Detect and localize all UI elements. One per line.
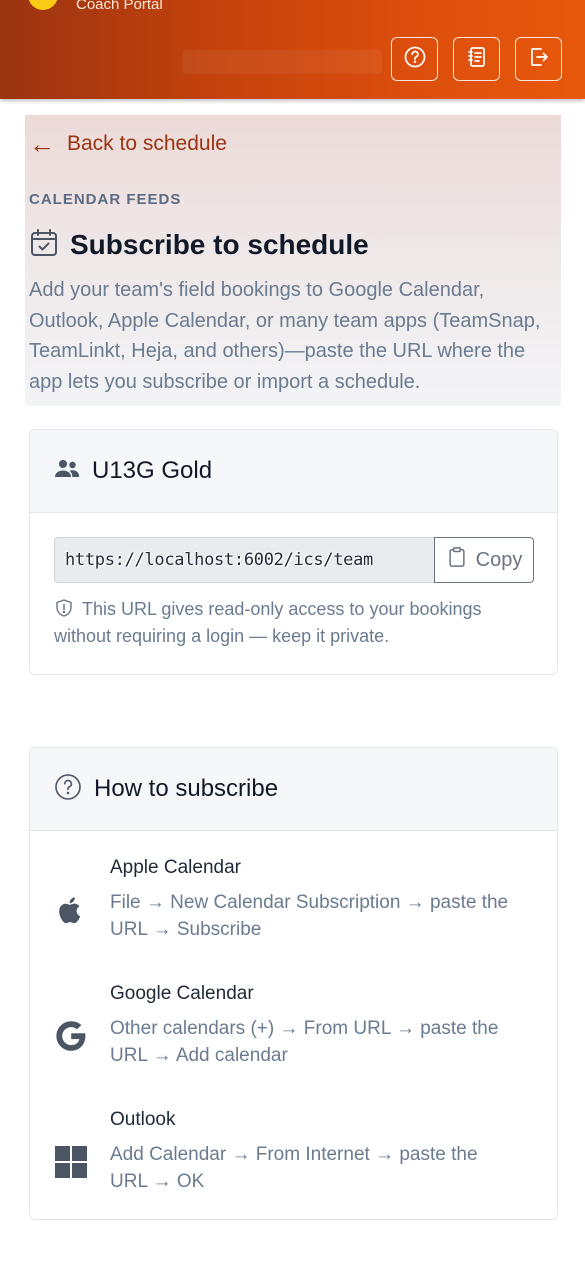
logout-button[interactable]: [515, 37, 562, 81]
team-feed-card: U13G Gold Copy This URL gives read-only …: [29, 429, 558, 675]
apple-icon: [54, 893, 88, 927]
copy-url-button[interactable]: Copy: [434, 537, 534, 583]
privacy-note-text: This URL gives read-only access to your …: [54, 599, 482, 646]
how-to-card: How to subscribe Apple Calendar File → N…: [29, 747, 558, 1220]
help-button[interactable]: [391, 37, 438, 81]
team-name: U13G Gold: [92, 457, 213, 484]
brand-title: Coach Portal: [76, 0, 163, 13]
help-circle-icon: [54, 773, 82, 805]
header-placeholder: [182, 50, 382, 74]
shield-exclamation-icon: [54, 599, 82, 619]
calendar-check-icon: [28, 227, 60, 263]
instruction-outlook: Outlook Add Calendar → From Internet → p…: [54, 1109, 520, 1195]
instruction-name: Outlook: [110, 1109, 176, 1130]
instruction-steps: File → New Calendar Subscription → paste…: [110, 892, 509, 940]
feed-url-input[interactable]: [54, 537, 434, 583]
copy-label: Copy: [475, 548, 523, 571]
page-title: Subscribe to schedule: [70, 229, 369, 260]
feed-url-row: Copy: [54, 537, 534, 583]
windows-icon: [54, 1145, 88, 1179]
notebook-icon: [465, 45, 489, 73]
privacy-note: This URL gives read-only access to your …: [54, 596, 534, 650]
team-card-header: U13G Gold: [30, 430, 557, 513]
title-row: Subscribe to schedule: [28, 227, 369, 263]
top-header: Coach Portal: [0, 0, 585, 99]
arrow-left-icon: ←: [29, 129, 55, 159]
section-eyebrow: CALENDAR FEEDS: [29, 191, 182, 208]
google-icon: [54, 1019, 88, 1053]
instruction-steps: Add Calendar → From Internet → paste the…: [110, 1144, 478, 1192]
brand-logo: [28, 0, 58, 10]
instruction-name: Google Calendar: [110, 983, 254, 1004]
help-circle-icon: [403, 45, 427, 73]
back-link-label: Back to schedule: [67, 132, 227, 155]
logout-icon: [527, 45, 551, 73]
back-to-schedule-link[interactable]: ← Back to schedule: [29, 131, 227, 157]
clipboard-icon: [446, 546, 468, 574]
instruction-apple: Apple Calendar File → New Calendar Subsc…: [54, 857, 520, 943]
instruction-steps: Other calendars (+) → From URL → paste t…: [110, 1018, 499, 1066]
notes-button[interactable]: [453, 37, 500, 81]
how-to-header: How to subscribe: [30, 748, 557, 831]
instruction-google: Google Calendar Other calendars (+) → Fr…: [54, 983, 520, 1069]
how-to-title: How to subscribe: [94, 775, 279, 802]
intro-description: Add your team's field bookings to Google…: [29, 279, 541, 393]
instruction-name: Apple Calendar: [110, 857, 241, 878]
users-icon: [54, 458, 80, 484]
